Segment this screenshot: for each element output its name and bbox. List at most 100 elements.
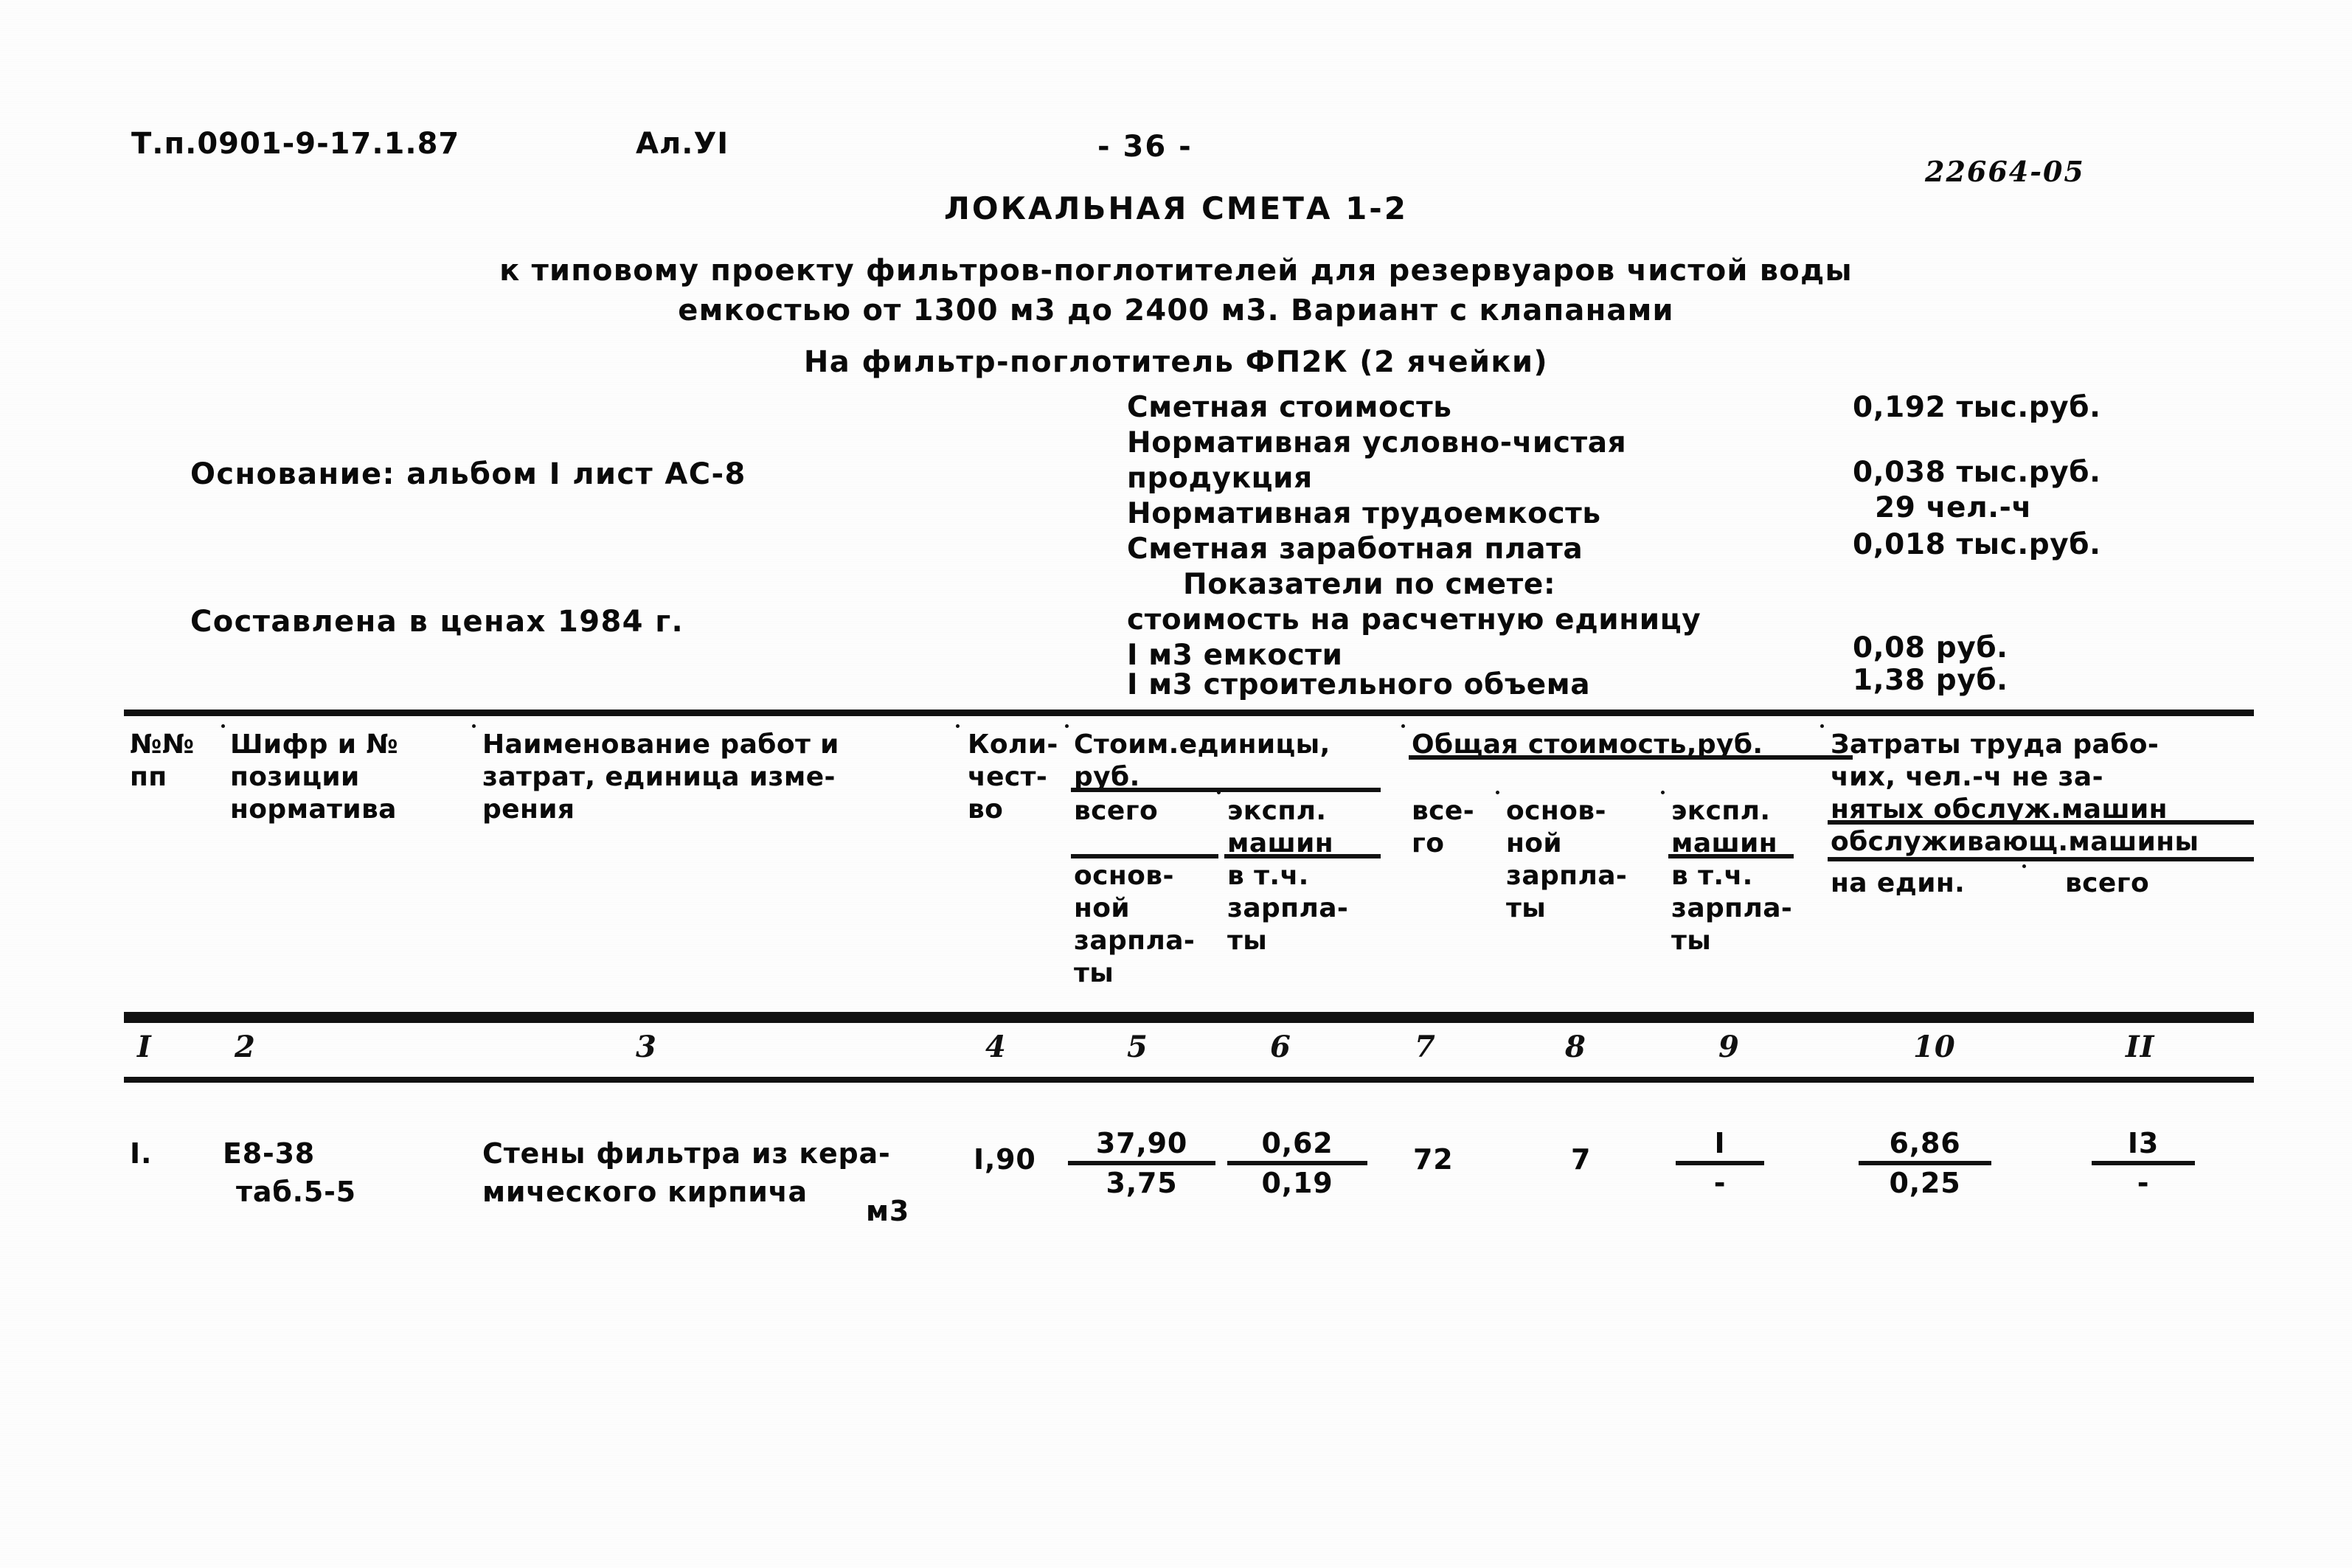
column-separator-dot	[956, 724, 960, 728]
table-row-norm-code-1: Е8-38	[223, 1137, 316, 1170]
summary-label-4: Сметная заработная плата	[1127, 533, 1583, 566]
archive-code: 22664-05	[1925, 155, 2085, 188]
table-header-col6: экспл. машин	[1227, 796, 1334, 858]
summary-value-2: 0,038 тыс.руб.	[1853, 456, 2101, 489]
table-header-group-unit-cost: Стоим.единицы, руб.	[1074, 729, 1331, 792]
column-separator-dot	[1661, 791, 1665, 794]
unit-machine-total: 0,62	[1261, 1127, 1333, 1159]
column-number-3: 3	[636, 1030, 657, 1064]
column-separator-dot	[1065, 724, 1069, 728]
table-header-col5-sub: основ- ной зарпла- ты	[1074, 861, 1196, 988]
group-underline	[1828, 820, 2254, 825]
column-number-9: 9	[1718, 1030, 1740, 1064]
column-separator-dot	[1496, 791, 1499, 794]
summary-label-5: Показатели по смете:	[1183, 568, 1556, 601]
table-numbers-border	[124, 1077, 2254, 1083]
table-header-col11: всего	[2065, 868, 2150, 898]
album-label: Ал.УІ	[636, 127, 729, 161]
subtitle-line-1: к типовому проекту фильтров-поглотителей…	[499, 254, 1853, 288]
summary-label-3: Нормативная трудоемкость	[1127, 497, 1601, 530]
summary-label-0: Сметная стоимость	[1127, 391, 1452, 424]
table-header-col5: всего	[1074, 796, 1159, 826]
table-row-name-2: мического кирпича	[482, 1176, 808, 1208]
fraction-bar	[1859, 1161, 1991, 1165]
table-header-col1: №№ пп	[130, 729, 195, 792]
column-number-1: I	[137, 1030, 152, 1064]
column-number-8: 8	[1565, 1030, 1586, 1064]
column-number-10: 10	[1913, 1030, 1956, 1064]
table-row-quantity: I,90	[974, 1143, 1036, 1176]
table-header-col6-sub: в т.ч. зарпла- ты	[1227, 861, 1349, 956]
column-number-7: 7	[1415, 1030, 1436, 1064]
fraction-bar	[1676, 1161, 1764, 1165]
unit-cost-total: 37,90	[1095, 1127, 1188, 1159]
table-header-col7: все- го	[1412, 796, 1475, 858]
table-row-total-all: 72	[1413, 1143, 1454, 1176]
page-number: - 36 -	[1097, 130, 1193, 164]
column-separator-dot	[472, 724, 476, 728]
prices-line: Составлена в ценах 1984 г.	[190, 605, 684, 639]
labour-unit-value: 6,86	[1889, 1127, 1961, 1159]
column-separator-dot	[1820, 724, 1824, 728]
table-header-col9: экспл. машин в т.ч. зарпла- ты	[1671, 796, 1793, 956]
group-underline	[1409, 755, 1853, 760]
table-row-total-wage: 7	[1571, 1143, 1592, 1176]
subgroup-underline	[1668, 854, 1794, 858]
table-row-labour-total: I3 -	[2092, 1127, 2195, 1199]
table-header-col3: Наименование работ и затрат, единица изм…	[482, 729, 839, 825]
summary-label-6: стоимость на расчетную единицу	[1127, 603, 1701, 636]
labour-total-value: I3	[2127, 1127, 2160, 1159]
column-number-2: 2	[235, 1030, 256, 1064]
table-header-group-labour: Затраты труда рабо- чих, чел.-ч не за- н…	[1831, 729, 2199, 857]
fraction-bar	[2092, 1161, 2195, 1165]
subtitle-line-3: На фильтр-поглотитель ФП2К (2 ячейки)	[803, 345, 1549, 379]
page-title: ЛОКАЛЬНАЯ СМЕТА 1-2	[944, 190, 1408, 226]
total-machine-value: I	[1714, 1127, 1726, 1159]
table-row-total-machine: I -	[1676, 1127, 1764, 1199]
summary-value-8: 1,38 руб.	[1853, 664, 2008, 697]
group-underline	[1071, 788, 1381, 792]
column-separator-dot	[1401, 724, 1405, 728]
table-row-unit-machine-cost: 0,62 0,19	[1227, 1127, 1367, 1199]
summary-value-3: 29 чел.-ч	[1875, 491, 2032, 524]
table-row-labour-per-unit: 6,86 0,25	[1859, 1127, 1991, 1199]
column-number-11: II	[2126, 1030, 2155, 1064]
labour-unit-machine: 0,25	[1889, 1167, 1961, 1199]
table-row-unit-cost: 37,90 3,75	[1068, 1127, 1215, 1199]
unit-machine-wage: 0,19	[1261, 1167, 1333, 1199]
subtitle-line-2: емкостью от 1300 м3 до 2400 м3. Вариант …	[678, 294, 1674, 327]
summary-value-7: 0,08 руб.	[1853, 631, 2008, 665]
table-row-name-1: Стены фильтра из кера-	[482, 1137, 891, 1170]
summary-value-0: 0,192 тыс.руб.	[1853, 391, 2101, 424]
subgroup-underline	[1224, 854, 1381, 858]
summary-label-1: Нормативная условно-чистая	[1127, 426, 1627, 459]
summary-label-8: I м3 строительного объема	[1127, 668, 1591, 701]
summary-label-7: I м3 емкости	[1127, 639, 1343, 672]
summary-value-4: 0,018 тыс.руб.	[1853, 528, 2101, 561]
document-page: Т.п.0901-9-17.1.87 Ал.УІ - 36 - 22664-05…	[0, 0, 2352, 1568]
fraction-bar	[1068, 1161, 1215, 1165]
column-number-5: 5	[1127, 1030, 1148, 1064]
document-code: Т.п.0901-9-17.1.87	[131, 127, 460, 161]
column-number-6: 6	[1270, 1030, 1291, 1064]
group-underline	[1828, 857, 2254, 861]
fraction-bar	[1227, 1161, 1367, 1165]
table-row-unit: м3	[866, 1195, 910, 1227]
labour-total-machine: -	[2137, 1167, 2150, 1199]
column-separator-dot	[1217, 791, 1221, 794]
table-header-border-a	[124, 1012, 2254, 1019]
table-header-col2: Шифр и № позиции норматива	[230, 729, 398, 825]
table-header-col4: Коли- чест- во	[968, 729, 1058, 825]
table-row-norm-code-2: таб.5-5	[236, 1176, 356, 1208]
table-header-col8: основ- ной зарпла- ты	[1506, 796, 1628, 923]
table-row-number: I.	[130, 1137, 153, 1170]
column-separator-dot	[221, 724, 225, 728]
total-machine-wage: -	[1713, 1167, 1727, 1199]
table-header-border-b	[124, 1019, 2254, 1023]
subgroup-underline	[1071, 854, 1218, 858]
table-header-col10: на един.	[1831, 868, 1966, 898]
column-separator-dot	[2022, 864, 2026, 868]
table-top-border	[124, 710, 2254, 716]
unit-cost-wage: 3,75	[1106, 1167, 1178, 1199]
summary-label-2: продукция	[1127, 462, 1313, 495]
